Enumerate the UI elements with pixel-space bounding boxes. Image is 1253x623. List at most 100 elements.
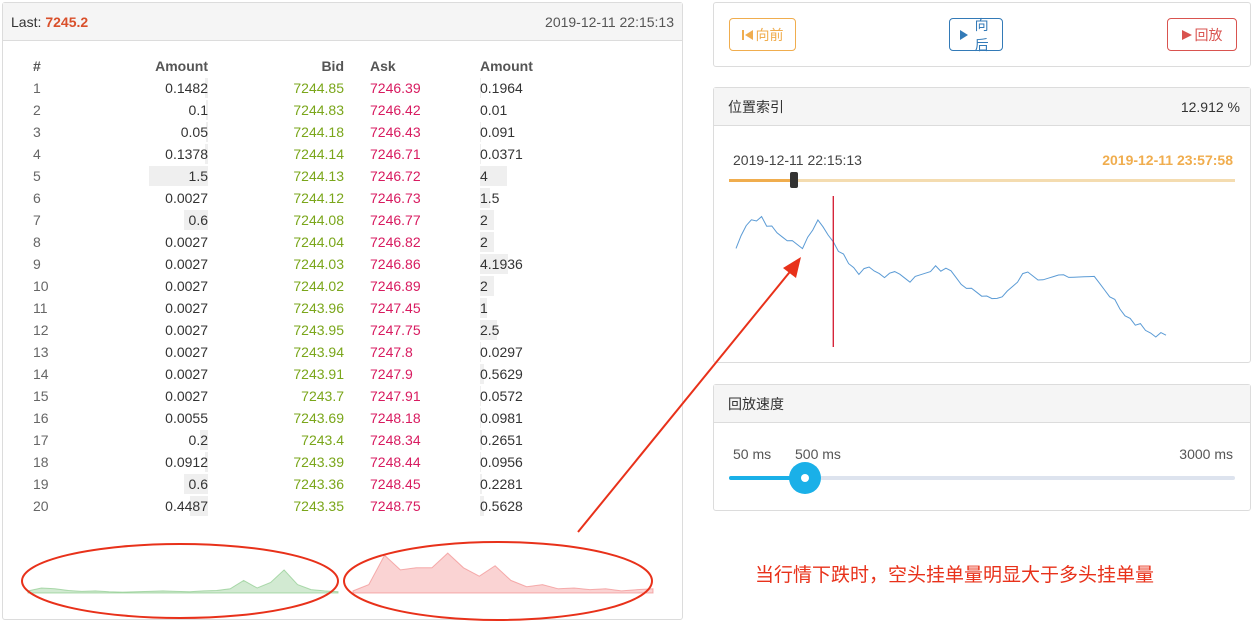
row-index: 6 [33, 190, 41, 206]
prev-button[interactable]: 向前 [729, 18, 796, 51]
play-icon [1181, 29, 1192, 40]
ask-amount-cell: 2.5 [480, 319, 640, 341]
bid-amount-value: 0.0027 [165, 322, 208, 338]
bid-price-cell: 7243.94 [293, 344, 344, 360]
bid-amount-cell: 1.5 [73, 165, 208, 187]
row-index: 16 [33, 410, 49, 426]
last-price-box: Last: 7245.2 [11, 14, 88, 30]
ask-depth-area [352, 552, 654, 594]
bid-amount-cell: 0.0027 [73, 385, 208, 407]
order-book-timestamp: 2019-12-11 22:15:13 [545, 13, 674, 30]
ask-amount-value: 2 [480, 278, 488, 294]
ask-amount-value: 2 [480, 234, 488, 250]
row-index: 4 [33, 146, 41, 162]
row-index: 14 [33, 366, 49, 382]
table-row: 4 0.1378 7244.14 7246.71 0.0371 [3, 143, 640, 165]
ask-amount-value: 0.5628 [480, 498, 523, 514]
ask-amount-value: 0.2651 [480, 432, 523, 448]
ask-amount-value: 0.5629 [480, 366, 523, 382]
price-line-chart [735, 196, 1167, 347]
ask-amount-cell: 0.2651 [480, 429, 640, 451]
ask-price-cell: 7246.39 [370, 80, 421, 96]
next-button[interactable]: 向后 [949, 17, 1003, 53]
bid-amount-cell: 0.0912 [73, 451, 208, 473]
col-bid: Bid [321, 58, 344, 74]
row-index: 11 [33, 300, 48, 316]
table-row: 7 0.6 7244.08 7246.77 2 [3, 209, 640, 231]
bid-amount-value: 0.0027 [165, 344, 208, 360]
depth-chart [27, 552, 654, 594]
ask-price-cell: 7246.42 [370, 102, 421, 118]
bid-amount-value: 0.0055 [165, 410, 208, 426]
order-book-panel: Last: 7245.2 2019-12-11 22:15:13 # Amount… [2, 2, 683, 620]
bid-price-cell: 7243.7 [301, 388, 344, 404]
ask-amount-cell: 4.1936 [480, 253, 640, 275]
table-row: 2 0.1 7244.83 7246.42 0.01 [3, 99, 640, 121]
bid-price-cell: 7243.69 [293, 410, 344, 426]
order-book-rows: 1 0.1482 7244.85 7246.39 0.1964 2 0.1 7244.83 72… [3, 77, 640, 517]
bid-amount-value: 0.2 [188, 432, 208, 448]
table-row: 15 0.0027 7243.7 7247.91 0.0572 [3, 385, 640, 407]
speed-slider-handle[interactable] [788, 462, 821, 494]
ask-price-cell: 7246.73 [370, 190, 421, 206]
bid-amount-value: 0.05 [180, 124, 208, 140]
ask-price-cell: 7247.9 [370, 366, 413, 382]
table-row: 20 0.4487 7243.35 7248.75 0.5628 [3, 495, 640, 517]
ask-amount-cell: 2 [480, 209, 640, 231]
row-index: 2 [33, 102, 41, 118]
position-percent: 12.912 % [1180, 98, 1240, 115]
row-index: 20 [33, 498, 49, 514]
bid-depth-area [27, 569, 339, 594]
row-index: 7 [33, 212, 41, 228]
bid-price-cell: 7244.14 [293, 146, 344, 162]
table-row: 9 0.0027 7244.03 7246.86 4.1936 [3, 253, 640, 275]
ask-amount-value: 1.5 [480, 190, 500, 206]
ask-price-cell: 7246.77 [370, 212, 421, 228]
bid-amount-cell: 0.1482 [73, 77, 208, 99]
table-row: 1 0.1482 7244.85 7246.39 0.1964 [3, 77, 640, 99]
bid-amount-cell: 0.0027 [73, 253, 208, 275]
row-index: 17 [33, 432, 49, 448]
row-index: 15 [33, 388, 49, 404]
ask-price-cell: 7246.71 [370, 146, 421, 162]
ask-amount-value: 0.0572 [480, 388, 523, 404]
ask-price-cell: 7246.89 [370, 278, 421, 294]
ask-amount-value: 0.01 [480, 102, 508, 118]
position-slider[interactable] [729, 172, 1235, 188]
ask-price-cell: 7248.18 [370, 410, 421, 426]
bid-price-cell: 7244.83 [293, 102, 344, 118]
step-forward-icon [960, 29, 968, 40]
row-index: 13 [33, 344, 49, 360]
ask-amount-cell: 0.0371 [480, 143, 640, 165]
bid-amount-cell: 0.0055 [73, 407, 208, 429]
ask-amount-cell: 2 [480, 231, 640, 253]
position-index-panel: 位置索引 12.912 % 2019-12-11 22:15:13 2019-1… [713, 87, 1251, 363]
bid-price-cell: 7244.03 [293, 256, 344, 272]
ask-price-cell: 7246.43 [370, 124, 421, 140]
bid-price-cell: 7243.36 [293, 476, 344, 492]
bid-price-cell: 7244.04 [293, 234, 344, 250]
bid-amount-value: 0.6 [188, 476, 208, 492]
position-end-time: 2019-12-11 23:57:58 [1102, 152, 1233, 168]
ask-amount-cell: 0.0297 [480, 341, 640, 363]
table-row: 8 0.0027 7244.04 7246.82 2 [3, 231, 640, 253]
bid-price-cell: 7243.4 [301, 432, 344, 448]
col-ask-amount: Amount [480, 58, 533, 74]
play-button[interactable]: 回放 [1167, 18, 1237, 51]
bid-amount-cell: 0.0027 [73, 275, 208, 297]
ask-amount-cell: 4 [480, 165, 640, 187]
step-backward-icon [741, 29, 753, 40]
playback-speed-title: 回放速度 [728, 395, 784, 412]
order-book-header: Last: 7245.2 2019-12-11 22:15:13 [3, 3, 682, 41]
ask-price-cell: 7247.91 [370, 388, 421, 404]
ask-amount-value: 0.2281 [480, 476, 523, 492]
bid-amount-value: 0.1378 [165, 146, 208, 162]
ask-price-cell: 7246.82 [370, 234, 421, 250]
position-index-header: 位置索引 12.912 % [714, 88, 1250, 126]
position-slider-handle[interactable] [790, 172, 799, 188]
table-row: 3 0.05 7244.18 7246.43 0.091 [3, 121, 640, 143]
ask-amount-cell: 1.5 [480, 187, 640, 209]
speed-slider[interactable] [729, 462, 1235, 494]
bid-amount-value: 0.1 [188, 102, 208, 118]
ask-amount-cell: 0.1964 [480, 77, 640, 99]
